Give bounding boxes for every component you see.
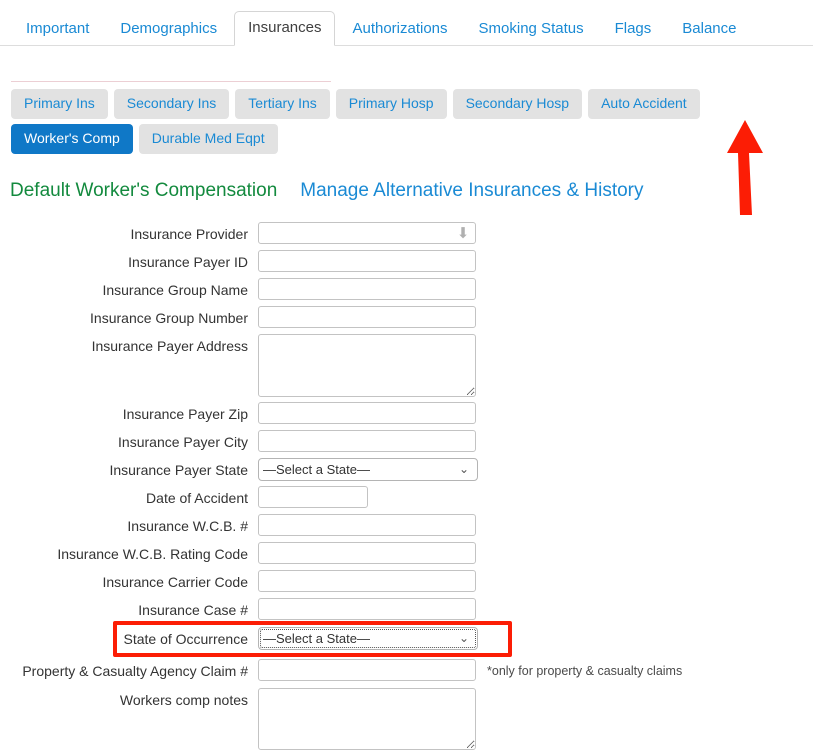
label-insurance-case-number: Insurance Case # (138, 602, 248, 618)
field-row-insurance-payer-zip: Insurance Payer Zip (0, 402, 813, 425)
insurance-case-number-input[interactable] (258, 598, 476, 620)
heading-row: Default Worker's Compensation Manage Alt… (10, 180, 644, 202)
date-of-accident-input[interactable] (258, 486, 368, 508)
label-insurance-group-name: Insurance Group Name (102, 282, 248, 298)
tab-smoking-status[interactable]: Smoking Status (465, 12, 598, 46)
label-insurance-payer-id: Insurance Payer ID (128, 254, 248, 270)
label-insurance-wcb-rating-code: Insurance W.C.B. Rating Code (57, 546, 248, 562)
label-date-of-accident: Date of Accident (146, 490, 248, 506)
label-insurance-payer-address: Insurance Payer Address (91, 338, 248, 354)
main-tabstrip: Important Demographics Insurances Author… (0, 0, 813, 46)
field-row-workers-comp-notes: Workers comp notes (0, 688, 813, 750)
field-row-insurance-carrier-code: Insurance Carrier Code (0, 570, 813, 593)
insurance-carrier-code-input[interactable] (258, 570, 476, 592)
label-state-of-occurrence: State of Occurrence (123, 631, 248, 647)
tab-insurances[interactable]: Insurances (234, 11, 336, 46)
field-row-insurance-payer-id: Insurance Payer ID (0, 250, 813, 273)
insurance-subtabs: Primary Ins Secondary Ins Tertiary Ins P… (11, 89, 801, 154)
insurance-wcb-number-input[interactable] (258, 514, 476, 536)
workers-comp-notes-textarea[interactable] (258, 688, 476, 750)
insurances-page: Important Demographics Insurances Author… (0, 0, 813, 756)
field-row-insurance-group-name: Insurance Group Name (0, 278, 813, 301)
insurance-payer-city-input[interactable] (258, 430, 476, 452)
page-title: Default Worker's Compensation (10, 180, 278, 201)
subtab-secondary-hosp[interactable]: Secondary Hosp (452, 89, 583, 119)
subtab-workers-comp[interactable]: Worker's Comp (11, 124, 133, 154)
label-insurance-wcb-number: Insurance W.C.B. # (127, 518, 248, 534)
tab-authorizations[interactable]: Authorizations (338, 12, 461, 46)
insurance-payer-state-select[interactable]: —Select a State— (258, 458, 478, 481)
field-row-insurance-provider: Insurance Provider ⬇ (0, 222, 813, 245)
subtab-primary-hosp[interactable]: Primary Hosp (335, 89, 447, 119)
field-row-insurance-wcb-number: Insurance W.C.B. # (0, 514, 813, 537)
state-of-occurrence-select[interactable]: —Select a State— (258, 627, 478, 650)
property-casualty-claim-hint: *only for property & casualty claims (487, 664, 683, 678)
subtab-tertiary-ins[interactable]: Tertiary Ins (235, 89, 330, 119)
label-insurance-payer-zip: Insurance Payer Zip (122, 406, 248, 422)
insurance-payer-id-input[interactable] (258, 250, 476, 272)
tab-important[interactable]: Important (12, 12, 103, 46)
insurance-payer-zip-input[interactable] (258, 402, 476, 424)
insurance-wcb-rating-code-input[interactable] (258, 542, 476, 564)
field-row-insurance-group-number: Insurance Group Number (0, 306, 813, 329)
label-insurance-carrier-code: Insurance Carrier Code (102, 574, 248, 590)
field-row-insurance-wcb-rating-code: Insurance W.C.B. Rating Code (0, 542, 813, 565)
property-casualty-claim-input[interactable] (258, 659, 476, 681)
tab-demographics[interactable]: Demographics (106, 12, 231, 46)
field-row-state-of-occurrence: State of Occurrence —Select a State— ⌄ (0, 627, 813, 650)
field-row-insurance-payer-address: Insurance Payer Address (0, 334, 813, 397)
tab-flags[interactable]: Flags (601, 12, 666, 46)
section-divider (11, 81, 331, 82)
insurance-group-name-input[interactable] (258, 278, 476, 300)
subtab-secondary-ins[interactable]: Secondary Ins (113, 89, 230, 119)
label-insurance-provider: Insurance Provider (130, 226, 248, 242)
label-insurance-group-number: Insurance Group Number (90, 310, 248, 326)
workers-comp-form: Insurance Provider ⬇ Insurance Payer ID … (0, 222, 813, 755)
field-row-property-casualty-claim: Property & Casualty Agency Claim # *only… (0, 659, 813, 683)
insurance-group-number-input[interactable] (258, 306, 476, 328)
manage-alternative-insurances-link[interactable]: Manage Alternative Insurances & History (300, 180, 643, 202)
insurance-payer-address-textarea[interactable] (258, 334, 476, 397)
field-row-insurance-case-number: Insurance Case # (0, 598, 813, 621)
label-insurance-payer-city: Insurance Payer City (118, 434, 248, 450)
subtab-primary-ins[interactable]: Primary Ins (11, 89, 108, 119)
subtab-durable-med-eqpt[interactable]: Durable Med Eqpt (138, 124, 278, 154)
label-insurance-payer-state: Insurance Payer State (109, 462, 248, 478)
field-row-date-of-accident: Date of Accident (0, 486, 813, 509)
label-workers-comp-notes: Workers comp notes (119, 692, 248, 708)
field-row-insurance-payer-state: Insurance Payer State —Select a State— ⌄ (0, 458, 813, 481)
tab-balance[interactable]: Balance (668, 12, 750, 46)
insurance-provider-input[interactable] (258, 222, 476, 244)
field-row-insurance-payer-city: Insurance Payer City (0, 430, 813, 453)
subtab-auto-accident[interactable]: Auto Accident (588, 89, 700, 119)
label-property-casualty-claim: Property & Casualty Agency Claim # (22, 663, 248, 679)
